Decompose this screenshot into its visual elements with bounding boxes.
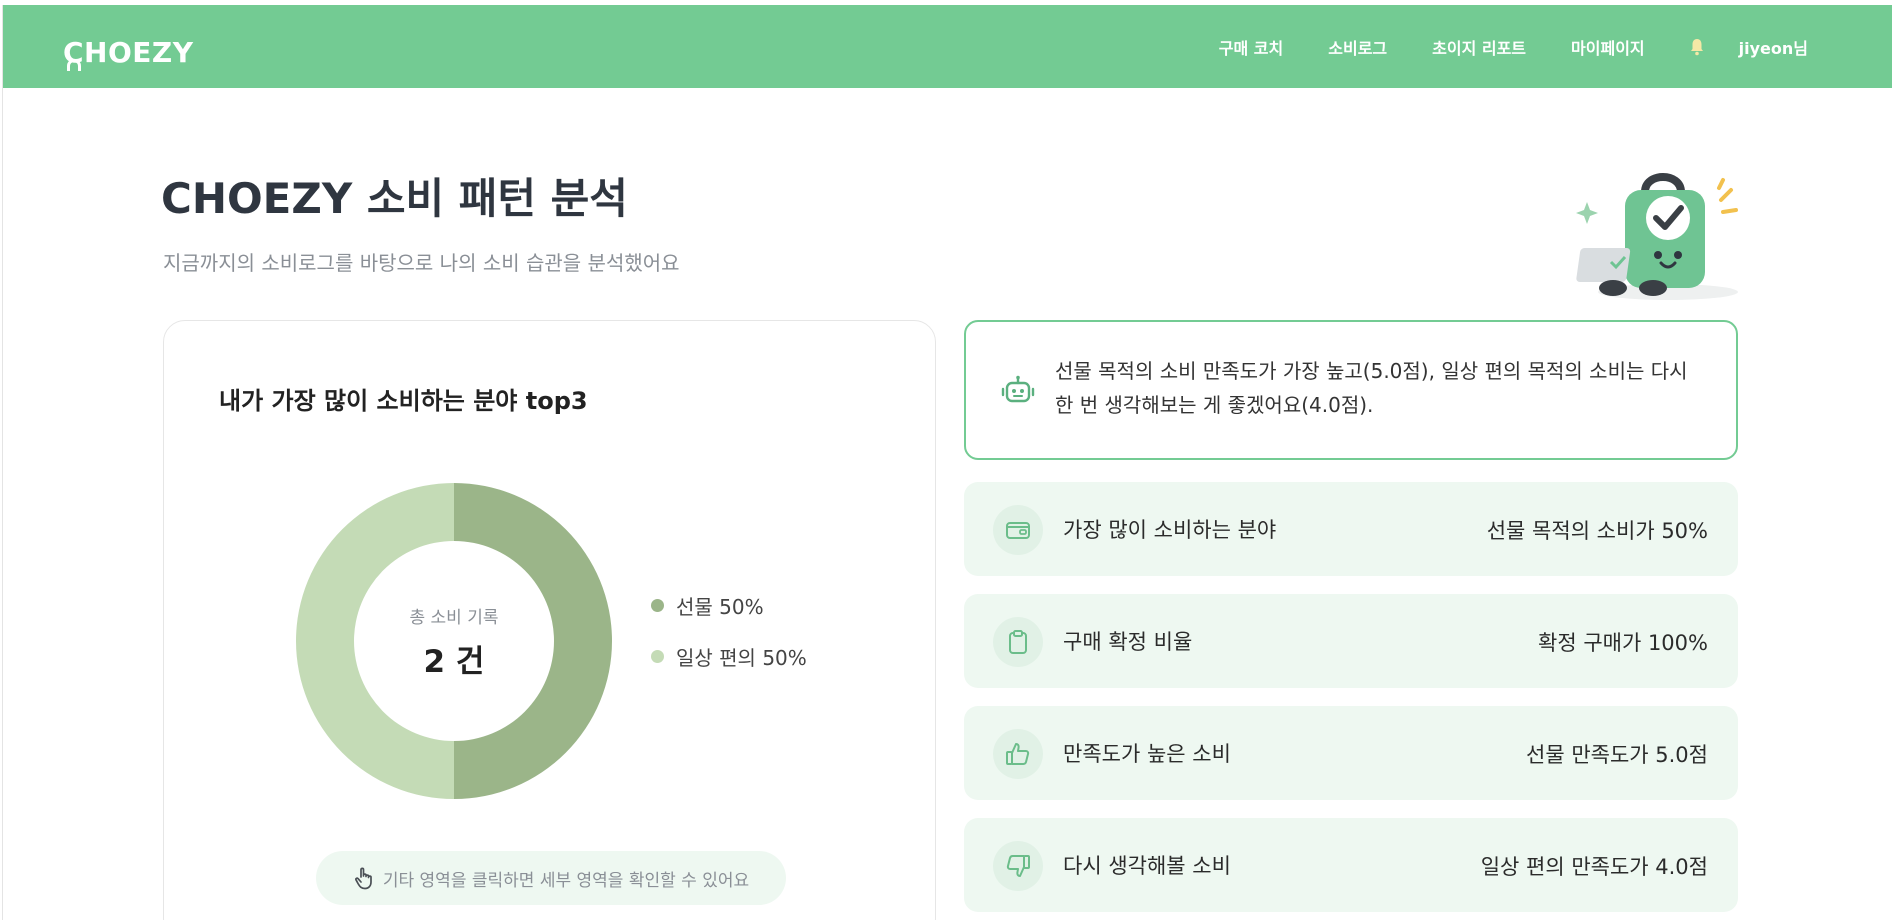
stat-high-satisfaction: 만족도가 높은 소비 선물 만족도가 5.0점	[964, 706, 1738, 800]
pointer-hand-icon	[354, 867, 372, 890]
stat-icon-bg	[993, 841, 1043, 891]
insight-text: 선물 목적의 소비 만족도가 가장 높고(5.0점), 일상 편의 목적의 소비…	[1055, 359, 1688, 417]
user-menu[interactable]: jiyeon님	[1739, 35, 1808, 59]
nav-spending-log[interactable]: 소비로그	[1328, 35, 1387, 59]
stat-value: 선물 만족도가 5.0점	[1526, 743, 1708, 767]
page-subtitle: 지금까지의 소비로그를 바탕으로 나의 소비 습관을 분석했어요	[163, 251, 680, 275]
legend-label: 일상 편의 50%	[676, 646, 807, 670]
page-title: CHOEZY 소비 패턴 분석	[161, 174, 628, 223]
legend-dot	[651, 599, 664, 612]
legend-dot	[651, 650, 664, 663]
thumbs-up-icon	[1006, 743, 1030, 765]
stat-reconsider: 다시 생각해볼 소비 일상 편의 만족도가 4.0점	[964, 818, 1738, 912]
stat-top-category: 가장 많이 소비하는 분야 선물 목적의 소비가 50%	[964, 482, 1738, 576]
nav-choezy-report[interactable]: 초이지 리포트	[1432, 35, 1526, 59]
click-hint-badge: 기타 영역을 클릭하면 세부 영역을 확인할 수 있어요	[316, 851, 786, 905]
shopping-bag-mascot-illustration	[1576, 173, 1738, 300]
legend-item-daily-convenience[interactable]: 일상 편의 50%	[651, 642, 807, 671]
nav-purchase-coach[interactable]: 구매 코치	[1219, 35, 1283, 59]
stat-icon-bg	[993, 505, 1043, 555]
legend-item-gift[interactable]: 선물 50%	[651, 591, 807, 620]
legend-label: 선물 50%	[676, 595, 764, 619]
chart-legend: 선물 50% 일상 편의 50%	[651, 591, 807, 693]
card-title: 내가 가장 많이 소비하는 분야 top3	[219, 387, 588, 415]
ai-insight-card: 선물 목적의 소비 만족도가 가장 높고(5.0점), 일상 편의 목적의 소비…	[964, 320, 1738, 460]
stat-label: 가장 많이 소비하는 분야	[1063, 518, 1277, 542]
top-nav-bar: CHOEZY 구매 코치 소비로그 초이지 리포트 마이페이지 jiyeon님	[3, 5, 1892, 88]
logo[interactable]: CHOEZY	[63, 25, 194, 71]
robot-icon	[1001, 375, 1035, 403]
donut-center-value: 2 건	[423, 644, 485, 680]
stat-icon-bg	[993, 617, 1043, 667]
wallet-icon	[1006, 522, 1030, 539]
stat-purchase-confirm-rate: 구매 확정 비율 확정 구매가 100%	[964, 594, 1738, 688]
hint-text: 기타 영역을 클릭하면 세부 영역을 확인할 수 있어요	[382, 870, 750, 891]
stat-icon-bg	[993, 729, 1043, 779]
stat-value: 일상 편의 만족도가 4.0점	[1480, 855, 1708, 879]
clipboard-icon	[1009, 630, 1027, 654]
stat-label: 구매 확정 비율	[1063, 630, 1193, 654]
top-categories-card: 내가 가장 많이 소비하는 분야 top3 총 소비 기록 2 건 선물 50%…	[163, 320, 936, 920]
nav-mypage[interactable]: 마이페이지	[1571, 35, 1645, 59]
stat-value: 선물 목적의 소비가 50%	[1486, 519, 1708, 543]
app-frame: CHOEZY 구매 코치 소비로그 초이지 리포트 마이페이지 jiyeon님 …	[2, 5, 1892, 920]
stat-label: 만족도가 높은 소비	[1063, 742, 1231, 766]
logo-text: CHOEZY	[63, 36, 194, 69]
bell-icon[interactable]	[1690, 38, 1704, 56]
stat-value: 확정 구매가 100%	[1538, 631, 1708, 655]
donut-center-label: 총 소비 기록	[409, 608, 499, 628]
stat-label: 다시 생각해볼 소비	[1063, 854, 1231, 878]
thumbs-down-icon	[1006, 855, 1030, 877]
main-nav: 구매 코치 소비로그 초이지 리포트 마이페이지 jiyeon님	[1219, 5, 1808, 88]
